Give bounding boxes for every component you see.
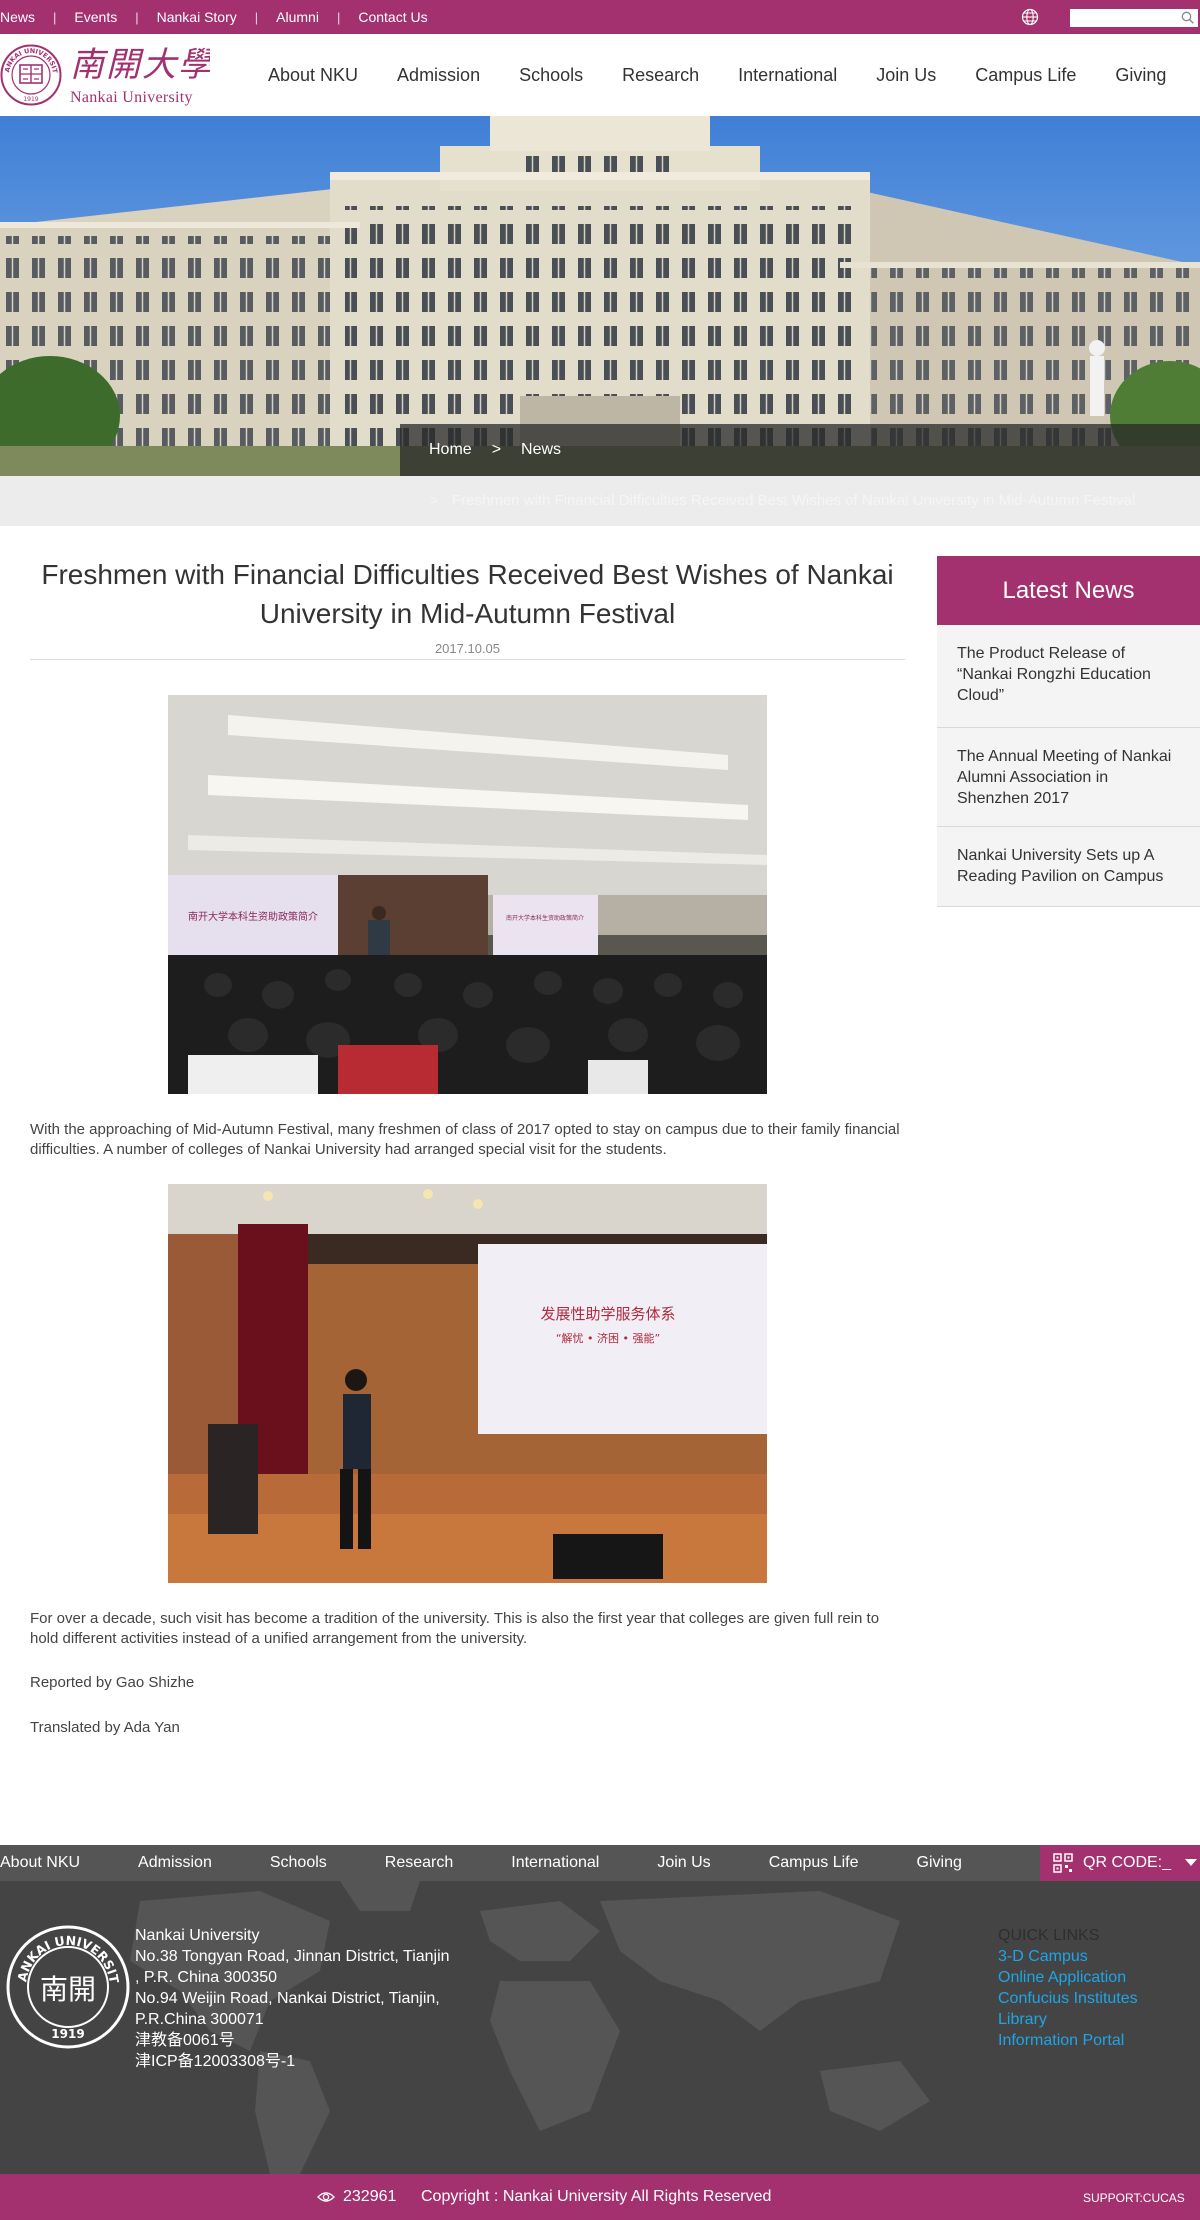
latest-news-item[interactable]: The Annual Meeting of Nankai Alumni Asso… — [937, 728, 1200, 827]
copyright-text: Copyright : Nankai University All Rights… — [421, 2188, 772, 2205]
breadcrumb-home[interactable]: Home — [429, 441, 472, 459]
quick-links-heading: QUICK LINKS — [998, 1927, 1100, 1944]
latest-news-sidebar: Latest News The Product Release of “Nank… — [937, 556, 1200, 907]
address-line: No.38 Tongyan Road, Jinnan District, Tia… — [135, 1948, 450, 1965]
article-meta: 2017.10.05 — [30, 641, 905, 663]
hero-banner — [0, 116, 1200, 476]
footer-nav-giving[interactable]: Giving — [917, 1854, 962, 1872]
quick-link-library[interactable]: Library — [998, 2009, 1138, 2030]
article-photo-lecture-hall: 南开大学本科生资助政策简介 南开大学本科生资助政策简介 — [168, 695, 767, 1094]
chinese-logotype[interactable]: 南開大學 — [70, 43, 210, 83]
article-paragraph-2: For over a decade, such visit has become… — [30, 1610, 880, 1647]
breadcrumb-separator: > — [491, 441, 502, 458]
stage-speaker-image: 发展性助学服务体系 “解忧 • 济困 • 强能” — [168, 1184, 767, 1583]
latest-news-item[interactable]: Nankai University Sets up A Reading Pavi… — [937, 827, 1200, 907]
copyright-bar: 232961 Copyright : Nankai University All… — [0, 2174, 1200, 2220]
footer-seal-year: 1919 — [51, 2027, 84, 2041]
lecture-screen-right-text: 南开大学本科生资助政策简介 — [506, 914, 584, 922]
search-box — [1070, 9, 1198, 27]
site-header: NANKAI UNIVERSITY 1919 南開大學 Nankai Unive… — [0, 34, 1200, 116]
nav-giving[interactable]: Giving — [1115, 65, 1166, 86]
address-line: 津ICP备12003308号-1 — [135, 2053, 296, 2070]
top-link-nankai-story[interactable]: Nankai Story — [157, 9, 237, 25]
lecture-hall-image: 南开大学本科生资助政策简介 南开大学本科生资助政策简介 — [168, 695, 767, 1094]
article-title: Freshmen with Financial Difficulties Rec… — [41, 559, 894, 629]
footer-nav-research[interactable]: Research — [385, 1854, 453, 1872]
subbar-article-title: Freshmen with Financial Difficulties Rec… — [452, 492, 1136, 509]
nav-campus-life[interactable]: Campus Life — [975, 65, 1076, 86]
footer-university-seal: NANKAI UNIVERSITY 南開 1919 — [6, 1925, 130, 2049]
footer-nav-join-us[interactable]: Join Us — [657, 1854, 710, 1872]
qr-code-label: QR CODE:_ — [1083, 1854, 1172, 1871]
footer-nav-international[interactable]: International — [511, 1854, 599, 1872]
article: Freshmen with Financial Difficulties Rec… — [30, 555, 905, 1738]
search-input[interactable] — [1070, 9, 1198, 27]
qr-code-icon — [1053, 1853, 1073, 1873]
main-nav: About NKU Admission Schools Research Int… — [268, 34, 1200, 116]
nav-join-us[interactable]: Join Us — [876, 65, 936, 86]
article-title-bar: > Freshmen with Financial Difficulties R… — [0, 476, 1200, 526]
top-link-events[interactable]: Events — [74, 9, 117, 25]
nav-research[interactable]: Research — [622, 65, 699, 86]
nav-about-nku[interactable]: About NKU — [268, 65, 358, 86]
globe-icon[interactable] — [1021, 8, 1039, 26]
address-line: Nankai University — [135, 1927, 260, 1944]
address-line: No.94 Weijin Road, Nankai District, Tian… — [135, 1990, 440, 2007]
article-paragraph-1: With the approaching of Mid-Autumn Festi… — [30, 1121, 900, 1158]
divider: | — [135, 9, 139, 25]
caret-down-icon — [1185, 1859, 1198, 1866]
support-credit[interactable]: SUPPORT:CUCAS — [1083, 2191, 1185, 2205]
lecture-screen-left-text: 南开大学本科生资助政策简介 — [188, 910, 318, 923]
top-links: News | Events | Nankai Story | Alumni | … — [0, 0, 428, 34]
quick-links: QUICK LINKS 3-D Campus Online Applicatio… — [998, 1925, 1138, 2051]
stage-screen-line-1: 发展性助学服务体系 — [540, 1305, 675, 1323]
eye-icon — [317, 2192, 335, 2202]
address-line: , P.R. China 300350 — [135, 1969, 278, 1986]
quick-link-3d-campus[interactable]: 3-D Campus — [998, 1946, 1138, 1967]
address-line: 津教备0061号 — [135, 2032, 235, 2049]
seal-year: 1919 — [23, 96, 38, 103]
nav-international[interactable]: International — [738, 65, 837, 86]
divider — [30, 659, 905, 660]
nav-admission[interactable]: Admission — [397, 65, 480, 86]
divider: | — [53, 9, 57, 25]
logo-english-name[interactable]: Nankai University — [70, 89, 193, 107]
footer-nav-links: About NKU Admission Schools Research Int… — [0, 1845, 1020, 1881]
quick-link-online-application[interactable]: Online Application — [998, 1967, 1138, 1988]
footer-nav-about-nku[interactable]: About NKU — [0, 1854, 80, 1872]
article-photo-stage-speaker: 发展性助学服务体系 “解忧 • 济困 • 强能” — [168, 1184, 767, 1583]
quick-link-information-portal[interactable]: Information Portal — [998, 2030, 1138, 2051]
footer-address: Nankai University No.38 Tongyan Road, Ji… — [135, 1925, 450, 2072]
top-link-alumni[interactable]: Alumni — [276, 9, 319, 25]
footer-seal-center: 南開 — [40, 1973, 96, 2006]
footer-nav-campus-life[interactable]: Campus Life — [769, 1854, 859, 1872]
latest-news-heading: Latest News — [937, 556, 1200, 625]
article-translator: Translated by Ada Yan — [30, 1719, 180, 1736]
divider: | — [254, 9, 259, 25]
nav-schools[interactable]: Schools — [519, 65, 583, 86]
footer-nav: About NKU Admission Schools Research Int… — [0, 1845, 1200, 1881]
site-footer: NANKAI UNIVERSITY 南開 1919 Nankai Univers… — [0, 1881, 1200, 2174]
article-date: 2017.10.05 — [434, 641, 501, 656]
top-bar: News | Events | Nankai Story | Alumni | … — [0, 0, 1200, 34]
article-reporter: Reported by Gao Shizhe — [30, 1674, 195, 1691]
footer-nav-schools[interactable]: Schools — [270, 1854, 327, 1872]
visit-counter: 232961 — [343, 2188, 397, 2205]
latest-news-item[interactable]: The Product Release of “Nankai Rongzhi E… — [937, 625, 1200, 728]
breadcrumb-current[interactable]: News — [521, 441, 561, 459]
quick-link-confucius-institutes[interactable]: Confucius Institutes — [998, 1988, 1138, 2009]
top-link-news[interactable]: News — [0, 9, 35, 25]
stage-screen-line-2: “解忧 • 济困 • 强能” — [556, 1331, 660, 1345]
top-link-contact-us[interactable]: Contact Us — [358, 9, 427, 25]
qr-code-button[interactable]: QR CODE:_ — [1040, 1845, 1200, 1881]
logo-cn-text: 南開大學 — [70, 45, 210, 83]
university-seal-logo[interactable]: NANKAI UNIVERSITY 1919 — [0, 44, 62, 106]
breadcrumb: Home > News — [400, 424, 1200, 476]
footer-nav-admission[interactable]: Admission — [138, 1854, 212, 1872]
address-line: P.R.China 300071 — [135, 2011, 264, 2028]
campus-building-image — [0, 116, 1200, 476]
search-icon[interactable] — [1181, 11, 1194, 24]
divider: | — [336, 9, 341, 25]
